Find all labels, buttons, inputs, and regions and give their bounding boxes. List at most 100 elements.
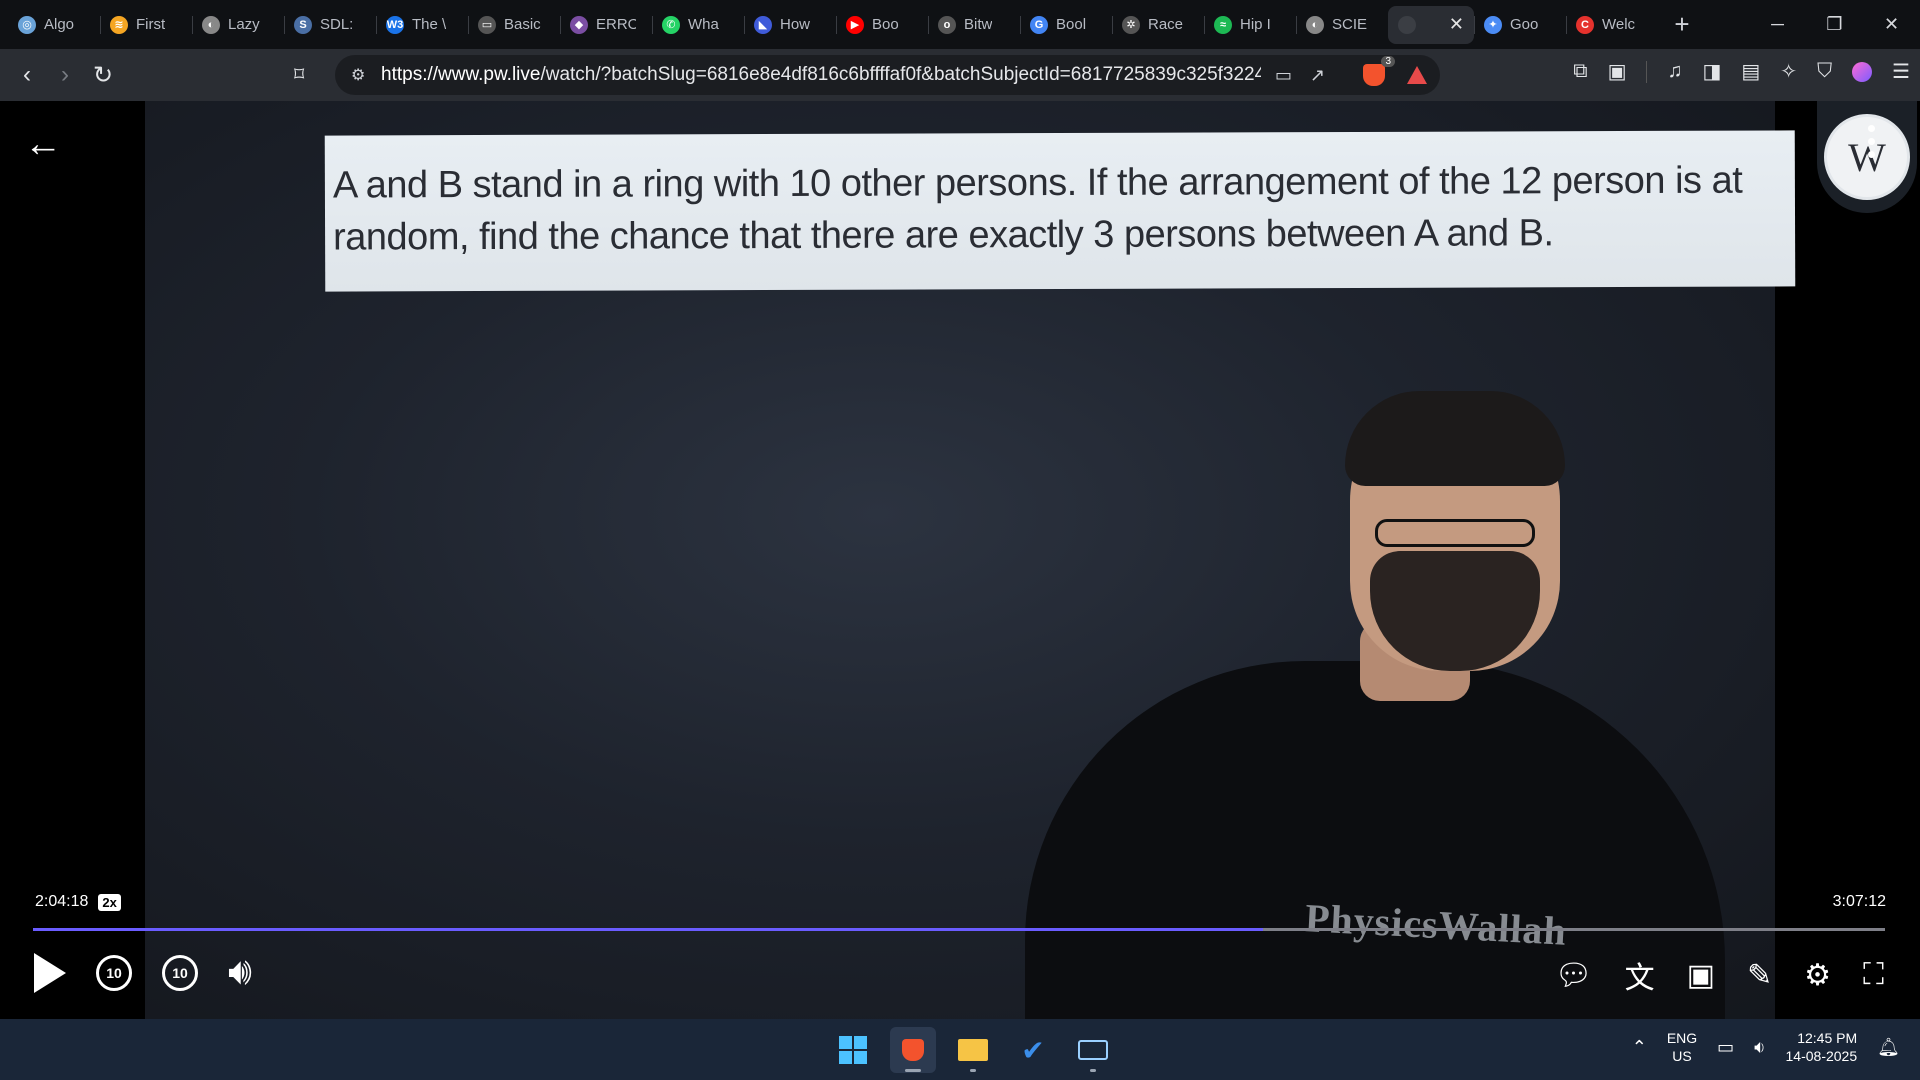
browser-tab[interactable]: ✲ Race xyxy=(1112,6,1204,44)
browser-tab[interactable]: G Bool xyxy=(1020,6,1112,44)
brave-rewards-icon[interactable] xyxy=(1407,66,1427,84)
browser-tab[interactable]: ✆ Wha xyxy=(652,6,744,44)
forward-icon: 10 xyxy=(172,964,188,981)
browser-tab[interactable]: ▭ Basic xyxy=(468,6,560,44)
taskbar-brave[interactable] xyxy=(890,1027,936,1073)
bookmark-icon[interactable]: ⌑ xyxy=(294,62,304,87)
browser-tab[interactable]: W3 The \ xyxy=(376,6,468,44)
back-arrow-icon[interactable]: ← xyxy=(24,123,62,166)
google-icon: G xyxy=(1030,15,1048,34)
w3-icon: W3 xyxy=(386,15,404,34)
tab-title: Lazy xyxy=(228,16,260,33)
sdl-icon: S xyxy=(294,15,312,34)
tab-title: Welc xyxy=(1602,16,1636,33)
speaker-icon[interactable]: 🔉︎ xyxy=(1754,1037,1765,1058)
tab-title: Race xyxy=(1148,16,1184,33)
site-settings-icon[interactable]: ⚙ xyxy=(351,65,381,85)
play-button[interactable] xyxy=(34,952,66,993)
browser-tab-active[interactable]: ✕ xyxy=(1388,5,1474,44)
browser-tab[interactable]: ≈ Hip I xyxy=(1204,6,1296,44)
clock[interactable]: 12:45 PM 14-08-2025 xyxy=(1786,1029,1858,1065)
fullscreen-icon[interactable]: ⛶ xyxy=(1863,958,1884,992)
browser-tab[interactable]: ≋ First xyxy=(100,6,192,44)
current-time-text: 2:04:18 xyxy=(35,893,89,910)
pip-icon[interactable]: ▣ xyxy=(1687,958,1715,993)
share-icon[interactable]: ↗ xyxy=(1310,65,1325,86)
url-text[interactable]: https://www.pw.live/watch/?batchSlug=681… xyxy=(381,64,1261,86)
teacher-hair xyxy=(1345,391,1565,486)
close-window-button[interactable]: ✕ xyxy=(1863,0,1920,49)
video-player[interactable]: A and B stand in a ring with 10 other pe… xyxy=(0,101,1920,1021)
ai-sparkle-icon[interactable]: ✧ xyxy=(1780,59,1797,84)
reload-button[interactable]: ↻ xyxy=(84,56,122,94)
volume-button[interactable]: 🔊︎ xyxy=(228,951,252,994)
browser-tab[interactable]: ◐ Lazy xyxy=(192,6,284,44)
start-button[interactable] xyxy=(830,1027,876,1073)
vpn-shield-icon[interactable]: ⛉ xyxy=(1817,60,1832,83)
toolbar-actions: ⧉ ▣ ♫ ◨ ▤ ✧ ⛉ ☰ xyxy=(1573,59,1910,84)
url-path: /watch/?batchSlug=6816e8e4df816c6bffffaf… xyxy=(540,64,1261,85)
restore-button[interactable]: ❐ xyxy=(1806,0,1863,49)
network-icon[interactable]: ▭ xyxy=(1717,1037,1734,1058)
chevron-left-icon: ‹ xyxy=(23,61,31,88)
language-indicator[interactable]: ENG US xyxy=(1667,1029,1697,1065)
browser-tab[interactable]: S SDL: xyxy=(284,6,376,44)
globe-icon: ◐ xyxy=(202,15,220,34)
folder-icon xyxy=(958,1039,988,1061)
total-time: 3:07:12 xyxy=(1832,893,1886,910)
extensions-icon[interactable]: ⧉ xyxy=(1573,60,1587,83)
reload-icon: ↻ xyxy=(92,61,114,89)
wallet-icon[interactable]: ▤ xyxy=(1741,59,1760,84)
sidebar-icon[interactable]: ◨ xyxy=(1702,59,1721,84)
tab-close-icon[interactable]: ✕ xyxy=(1449,14,1464,35)
question-banner: A and B stand in a ring with 10 other pe… xyxy=(324,130,1796,292)
checkmark-icon: ✔ xyxy=(1021,1034,1045,1066)
notes-icon[interactable]: ✎ xyxy=(1747,958,1772,993)
taskbar-apps: ✔ xyxy=(830,1027,1116,1073)
new-tab-button[interactable]: + xyxy=(1662,9,1702,40)
whatsapp-icon: ✆ xyxy=(662,15,680,34)
chat-icon: ◎ xyxy=(18,15,36,34)
running-indicator xyxy=(905,1069,921,1072)
browser-tab[interactable]: ✦ Goo xyxy=(1474,6,1566,44)
welcome-icon: C xyxy=(1576,15,1594,34)
taskbar-todo[interactable]: ✔ xyxy=(1010,1027,1056,1073)
forward-10-button[interactable]: 10 xyxy=(162,954,198,991)
pw-logo: W xyxy=(1817,101,1917,213)
windows-logo-icon xyxy=(839,1036,867,1064)
taskbar-keyboard[interactable] xyxy=(1070,1027,1116,1073)
back-nav-button[interactable]: ‹ xyxy=(8,56,46,94)
leo-ai-icon[interactable] xyxy=(1852,61,1873,82)
running-indicator xyxy=(970,1069,976,1072)
cast-icon[interactable]: ▭ xyxy=(1275,65,1292,86)
address-bar[interactable]: ⚙ https://www.pw.live/watch/?batchSlug=6… xyxy=(335,55,1440,95)
chat-icon[interactable]: 💬︎ xyxy=(1555,958,1593,993)
taskbar-file-explorer[interactable] xyxy=(950,1027,996,1073)
minimize-button[interactable]: ─ xyxy=(1749,0,1806,49)
more-options-icon[interactable] xyxy=(1868,125,1875,158)
translate-icon[interactable]: 文 xyxy=(1625,953,1655,997)
browser-tab[interactable]: ◣ How xyxy=(744,6,836,44)
media-icon[interactable]: ♫ xyxy=(1667,60,1682,83)
browser-tab[interactable]: ◆ ERRO xyxy=(560,6,652,44)
reader-mode-icon[interactable]: ▣ xyxy=(1608,59,1627,84)
settings-gear-icon[interactable]: ⚙ xyxy=(1804,958,1831,993)
bookmark-tab-icon: ◣ xyxy=(754,15,772,34)
tab-title: Boo xyxy=(872,16,899,33)
forward-nav-button[interactable]: › xyxy=(46,56,84,94)
spotify-icon: ≈ xyxy=(1214,15,1232,34)
browser-tab[interactable]: C Welc xyxy=(1566,6,1658,44)
rewind-10-button[interactable]: 10 xyxy=(96,954,132,991)
browser-tab[interactable]: o Bitw xyxy=(928,6,1020,44)
rewind-icon: 10 xyxy=(106,964,122,981)
notification-bell-icon[interactable]: 🔔︎ xyxy=(1877,1037,1900,1058)
brave-shields-icon[interactable]: 3 xyxy=(1363,56,1395,86)
chevron-up-icon[interactable]: ⌃ xyxy=(1632,1037,1647,1058)
playback-speed-badge[interactable]: 2x xyxy=(98,893,121,911)
tab-title: Wha xyxy=(688,16,719,33)
menu-icon[interactable]: ☰ xyxy=(1892,59,1910,84)
browser-tab[interactable]: ▶ Boo xyxy=(836,6,928,44)
browser-tab[interactable]: ◐ SCIE xyxy=(1296,6,1388,44)
seek-bar[interactable] xyxy=(33,928,1885,931)
browser-tab[interactable]: ◎ Algo xyxy=(8,6,100,44)
